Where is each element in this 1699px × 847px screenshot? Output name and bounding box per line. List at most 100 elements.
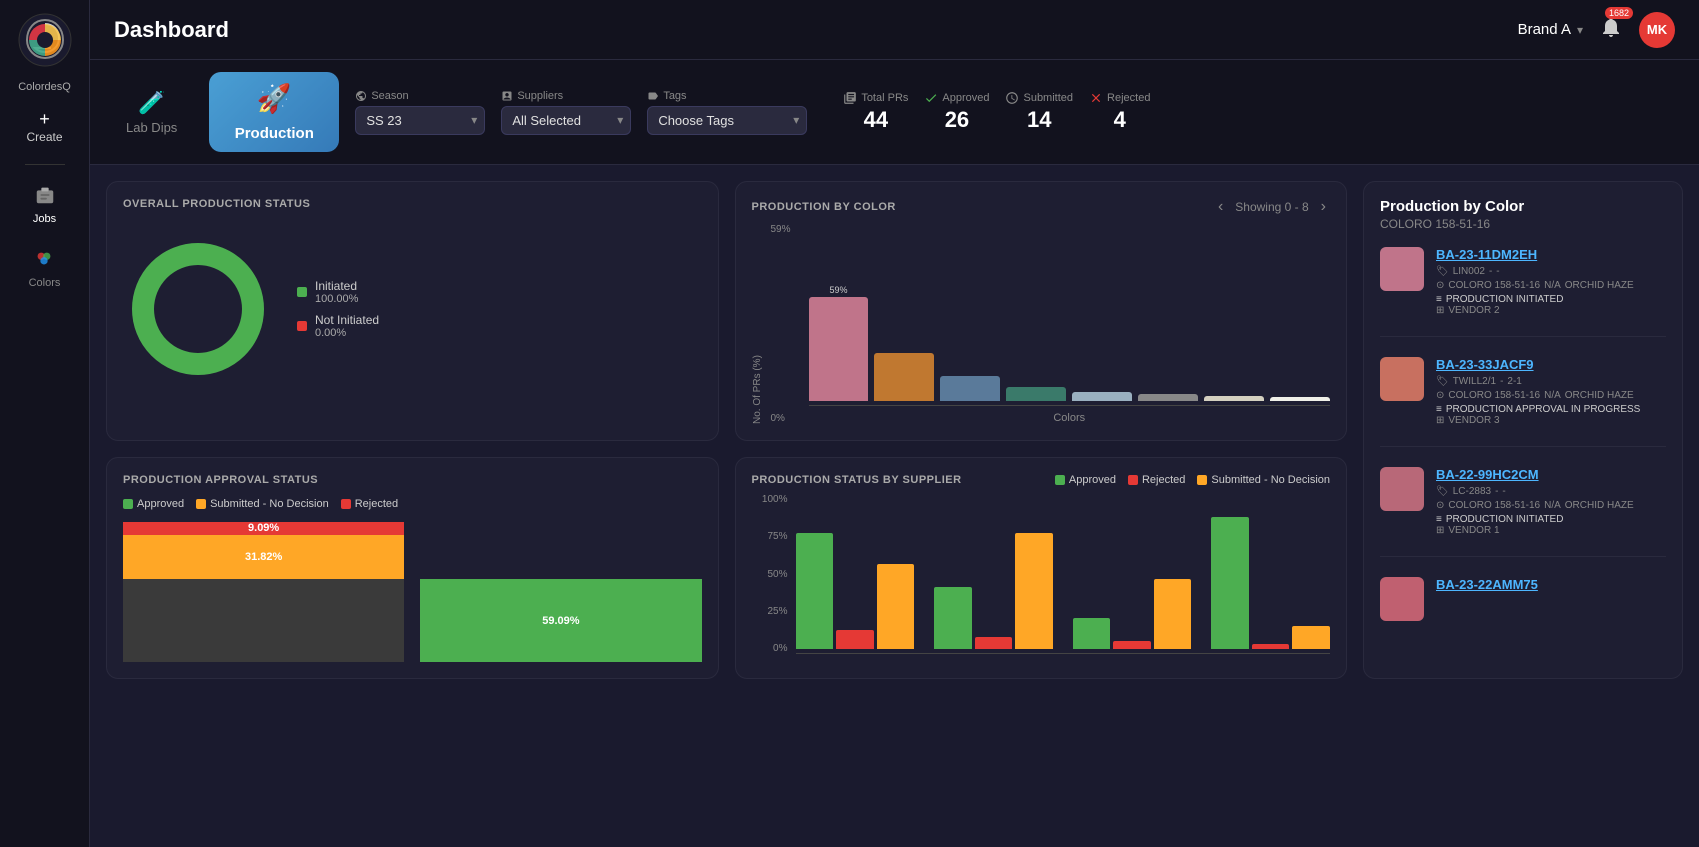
overall-status-card: OVERALL PRODUCTION STATUS Initiated 100.… [106, 181, 719, 441]
season-select[interactable]: SS 23 AW 23 SS 24 [355, 106, 485, 135]
supplier-legend-submitted: Submitted - No Decision [1197, 474, 1330, 486]
stacked-bars-container: 9.09% 31.82% 59.09% [123, 522, 702, 662]
v1-rejected-bar [836, 630, 874, 649]
v4-submitted-bar [1292, 626, 1330, 649]
pr-vendor-2: ⊞ VENDOR 1 [1436, 525, 1666, 536]
suppliers-label: Suppliers [501, 90, 631, 102]
bar-col-2 [940, 224, 1000, 401]
pr-title-2[interactable]: BA-22-99HC2CM [1436, 467, 1666, 482]
sidebar: ColordesQ + Create Jobs Colors [0, 0, 90, 847]
bar-col-6 [1204, 224, 1264, 401]
rejected-dot [341, 499, 351, 509]
pr-details-2: BA-22-99HC2CM 🏷 LC-2883 - - ⊙ COLORO 158… [1436, 467, 1666, 536]
header-right: Brand A ▾ 1682 MK [1518, 12, 1675, 48]
vendor-icon-2: ⊞ [1436, 525, 1444, 536]
stacked-segment-approved: 59.09% [420, 579, 701, 662]
pr-meta-0: 🏷 LIN002 - - [1436, 266, 1666, 277]
pr-coloro-0: ⊙ COLORO 158-51-16 N/A ORCHID HAZE [1436, 280, 1666, 291]
supplier-legend-rejected: Rejected [1128, 474, 1185, 486]
bar-3 [1006, 387, 1066, 401]
stat-approved: Approved 26 [924, 91, 989, 133]
vendor-3-bars [1073, 494, 1192, 649]
dashboard-grid: OVERALL PRODUCTION STATUS Initiated 100.… [90, 165, 1699, 695]
approval-status-card: PRODUCTION APPROVAL STATUS Approved Subm… [106, 457, 719, 679]
pr-meta-2: 🏷 LC-2883 - - [1436, 486, 1666, 497]
pr-vendor-1: ⊞ VENDOR 3 [1436, 415, 1666, 426]
lab-dips-icon: 🧪 [138, 90, 165, 116]
legend-rejected: Rejected [341, 498, 398, 510]
notification-badge: 1682 [1605, 7, 1633, 19]
v1-approved-bar [796, 533, 834, 649]
bar-2 [940, 376, 1000, 401]
color-icon-2: ⊙ [1436, 500, 1444, 511]
v2-rejected-bar [975, 637, 1013, 649]
pr-title-1[interactable]: BA-23-33JACF9 [1436, 357, 1666, 372]
pr-details-0: BA-23-11DM2EH 🏷 LIN002 - - ⊙ COLORO 158-… [1436, 247, 1666, 316]
notification-button[interactable]: 1682 [1599, 15, 1623, 44]
bars-container: 59% [809, 224, 1331, 406]
initiated-dot [297, 287, 307, 297]
tags-select[interactable]: Choose Tags [647, 106, 807, 135]
main-content: Dashboard Brand A ▾ 1682 MK 🧪 Lab Dips [90, 0, 1699, 847]
vendor-icon-0: ⊞ [1436, 305, 1444, 316]
rejected-value: 4 [1114, 107, 1126, 133]
y-ticks: 59% 0% [771, 224, 801, 424]
pr-status-0: ≡ PRODUCTION INITIATED [1436, 294, 1666, 305]
v4-approved-bar [1211, 517, 1249, 649]
stacked-segment-rejected: 9.09% [123, 522, 404, 535]
right-panel-title: Production by Color [1380, 198, 1666, 215]
production-icon: 🚀 [257, 82, 292, 115]
create-button[interactable]: + Create [26, 109, 62, 144]
status-icon-0: ≡ [1436, 294, 1442, 305]
sidebar-item-colors[interactable]: Colors [29, 245, 61, 289]
stacked-bar-group-0: 9.09% 31.82% [123, 522, 404, 662]
brand-selector[interactable]: Brand A ▾ [1518, 21, 1583, 38]
tab-bar: 🧪 Lab Dips 🚀 Production Season SS 23 AW … [90, 60, 1699, 165]
stats-row: Total PRs 44 Approved 26 Submitted 14 [843, 91, 1150, 133]
supplier-chart-wrapper: 100% 75% 50% 25% 0% [752, 494, 1331, 654]
chart-prev-btn[interactable]: ‹ [1214, 198, 1227, 216]
vendor-4-bars [1211, 494, 1330, 649]
season-filter-group: Season SS 23 AW 23 SS 24 [355, 90, 485, 135]
supplier-legend-submitted-dot [1197, 475, 1207, 485]
chart-next-btn[interactable]: › [1317, 198, 1330, 216]
pr-status-2: ≡ PRODUCTION INITIATED [1436, 514, 1666, 525]
donut-chart [123, 234, 273, 384]
pr-title-0[interactable]: BA-23-11DM2EH [1436, 247, 1666, 262]
tab-production[interactable]: 🚀 Production [209, 72, 339, 152]
tab-lab-dips[interactable]: 🧪 Lab Dips [110, 82, 193, 143]
bars-area: 59% [809, 224, 1331, 424]
jobs-icon [31, 181, 59, 209]
pr-item-1: BA-23-33JACF9 🏷 TWILL2/1 - 2-1 ⊙ COLORO … [1380, 357, 1666, 447]
color-chart-container: No. Of PRs (%) 59% 0% 59% [752, 224, 1331, 424]
header: Dashboard Brand A ▾ 1682 MK [90, 0, 1699, 60]
approved-legend-dot [123, 499, 133, 509]
suppliers-select[interactable]: All Selected Vendor 1 Vendor 2 Vendor 3 [501, 106, 631, 135]
sidebar-item-jobs[interactable]: Jobs [31, 181, 59, 225]
pr-swatch-3 [1380, 577, 1424, 621]
bar-col-3 [1006, 224, 1066, 401]
pr-title-3[interactable]: BA-23-22AMM75 [1436, 577, 1666, 592]
submitted-value: 14 [1027, 107, 1051, 133]
vendor-1-bars [796, 494, 915, 649]
supplier-legend-rejected-dot [1128, 475, 1138, 485]
sidebar-divider [25, 164, 65, 165]
legend-approved: Approved [123, 498, 184, 510]
bar-4 [1072, 392, 1132, 401]
v3-rejected-bar [1113, 641, 1151, 649]
chart-pagination: ‹ Showing 0 - 8 › [1214, 198, 1330, 216]
pr-status-1: ≡ PRODUCTION APPROVAL IN PROGRESS [1436, 404, 1666, 415]
stacked-bar-group-1: 59.09% [420, 522, 701, 662]
right-panel: Production by Color COLORO 158-51-16 BA-… [1363, 181, 1683, 679]
bar-7 [1270, 397, 1330, 401]
approved-value: 26 [945, 107, 969, 133]
supplier-card-header: PRODUCTION STATUS BY SUPPLIER Approved R… [752, 474, 1331, 486]
pr-item-2: BA-22-99HC2CM 🏷 LC-2883 - - ⊙ COLORO 158… [1380, 467, 1666, 557]
user-avatar[interactable]: MK [1639, 12, 1675, 48]
supplier-status-title: PRODUCTION STATUS BY SUPPLIER [752, 474, 962, 486]
season-label: Season [355, 90, 485, 102]
bar-5 [1138, 394, 1198, 401]
right-panel-subtitle: COLORO 158-51-16 [1380, 217, 1666, 231]
stacked-segment-submitted: 31.82% [123, 535, 404, 580]
brand-chevron-icon: ▾ [1577, 23, 1583, 37]
